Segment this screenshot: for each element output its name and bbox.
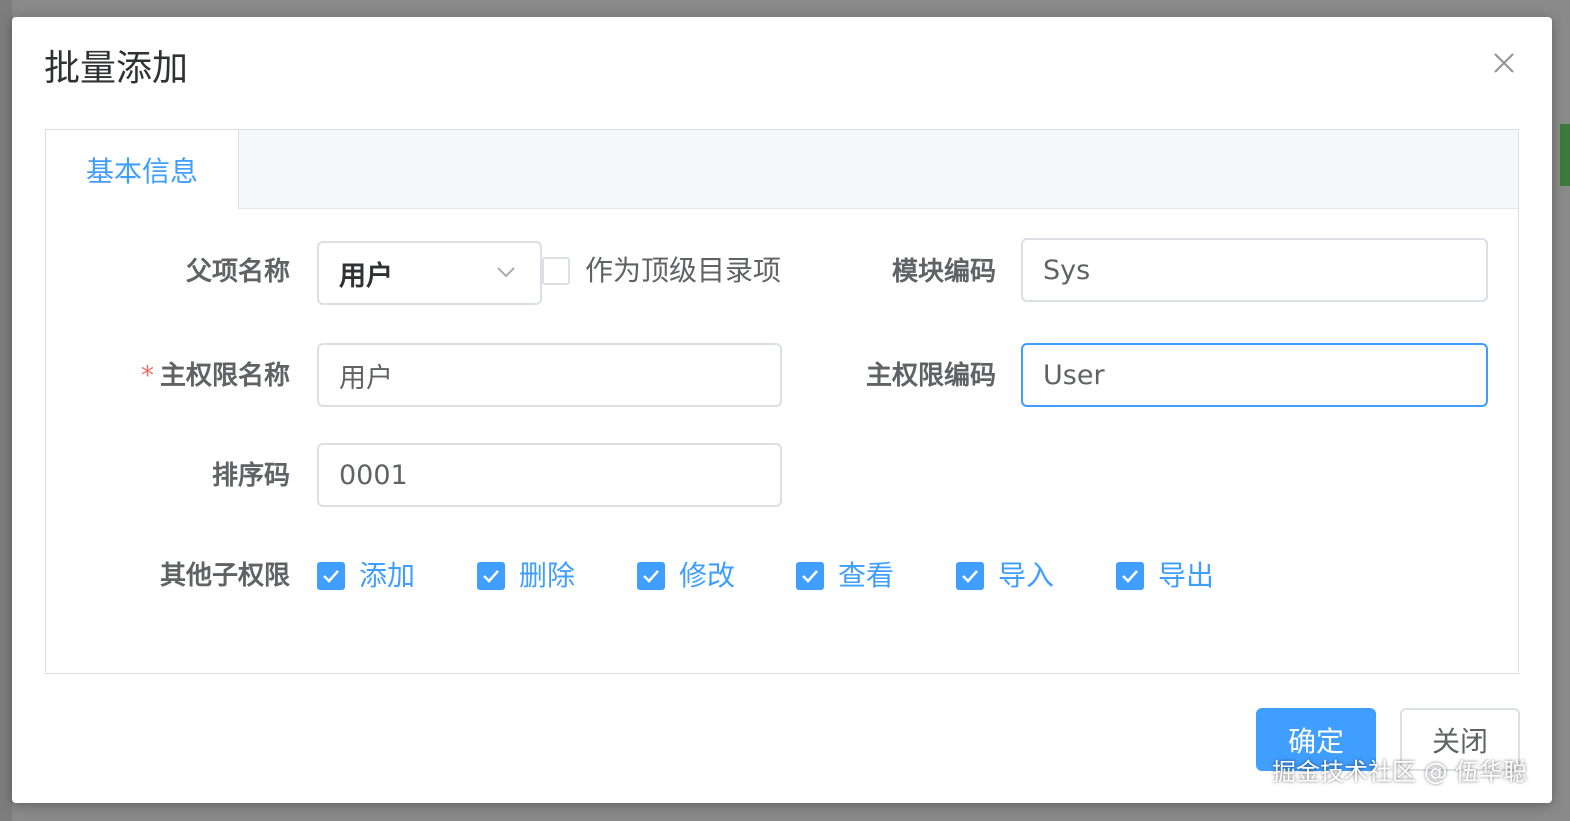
module-code-input[interactable]: Sys [1021, 238, 1488, 302]
sub-permission-export-label[interactable]: 导出 [1158, 562, 1214, 590]
top-level-label[interactable]: 作为顶级目录项 [585, 257, 781, 285]
sub-permission-export-checkbox[interactable] [1116, 562, 1144, 590]
main-permission-code-value: User [1043, 359, 1105, 391]
sub-permissions-label: 其他子权限 [159, 561, 290, 591]
sort-code-label: 排序码 [211, 461, 290, 491]
main-permission-name-text: 主权限名称 [159, 361, 290, 391]
page-backdrop [0, 0, 12, 821]
watermark: 掘金技术社区 @ 伍华聪 [1272, 758, 1528, 786]
batch-add-dialog: 批量添加 基本信息 父项名称 用户 作为顶级目录项 模块编码 Sys * 主权限名… [12, 17, 1552, 803]
main-permission-name-value: 用户 [339, 362, 393, 394]
page-backdrop-accent [1560, 124, 1570, 186]
module-code-value: Sys [1043, 254, 1091, 286]
sub-permission-add-checkbox[interactable] [317, 562, 345, 590]
sub-permission-import-checkbox[interactable] [956, 562, 984, 590]
module-code-label: 模块编码 [891, 257, 996, 287]
sub-permission-delete-checkbox[interactable] [477, 562, 505, 590]
main-permission-name-label: * 主权限名称 [141, 363, 290, 389]
top-level-checkbox[interactable] [542, 257, 570, 285]
close-icon[interactable] [1492, 51, 1516, 75]
tabs-panel: 基本信息 父项名称 用户 作为顶级目录项 模块编码 Sys * 主权限名称 用户 … [45, 129, 1519, 674]
tab-basic-info[interactable]: 基本信息 [46, 130, 239, 209]
parent-name-value: 用户 [339, 260, 393, 292]
required-mark: * [140, 361, 154, 391]
dialog-title: 批量添加 [44, 48, 189, 89]
sort-code-value: 0001 [339, 459, 408, 491]
sub-permission-import-label[interactable]: 导入 [998, 562, 1054, 590]
sub-permission-edit-checkbox[interactable] [637, 562, 665, 590]
main-permission-code-label: 主权限编码 [865, 361, 996, 391]
sub-permission-edit-label[interactable]: 修改 [679, 562, 735, 590]
sub-permission-view-label[interactable]: 查看 [838, 562, 894, 590]
sub-permission-delete-label[interactable]: 删除 [519, 562, 575, 590]
parent-name-select[interactable]: 用户 [317, 241, 542, 305]
chevron-down-icon [497, 267, 515, 278]
sort-code-input[interactable]: 0001 [317, 443, 782, 507]
main-permission-code-input[interactable]: User [1021, 343, 1488, 407]
sub-permission-view-checkbox[interactable] [796, 562, 824, 590]
sub-permission-add-label[interactable]: 添加 [359, 562, 415, 590]
parent-name-label: 父项名称 [185, 257, 290, 287]
main-permission-name-input[interactable]: 用户 [317, 343, 782, 407]
tabs-header [46, 130, 1518, 209]
